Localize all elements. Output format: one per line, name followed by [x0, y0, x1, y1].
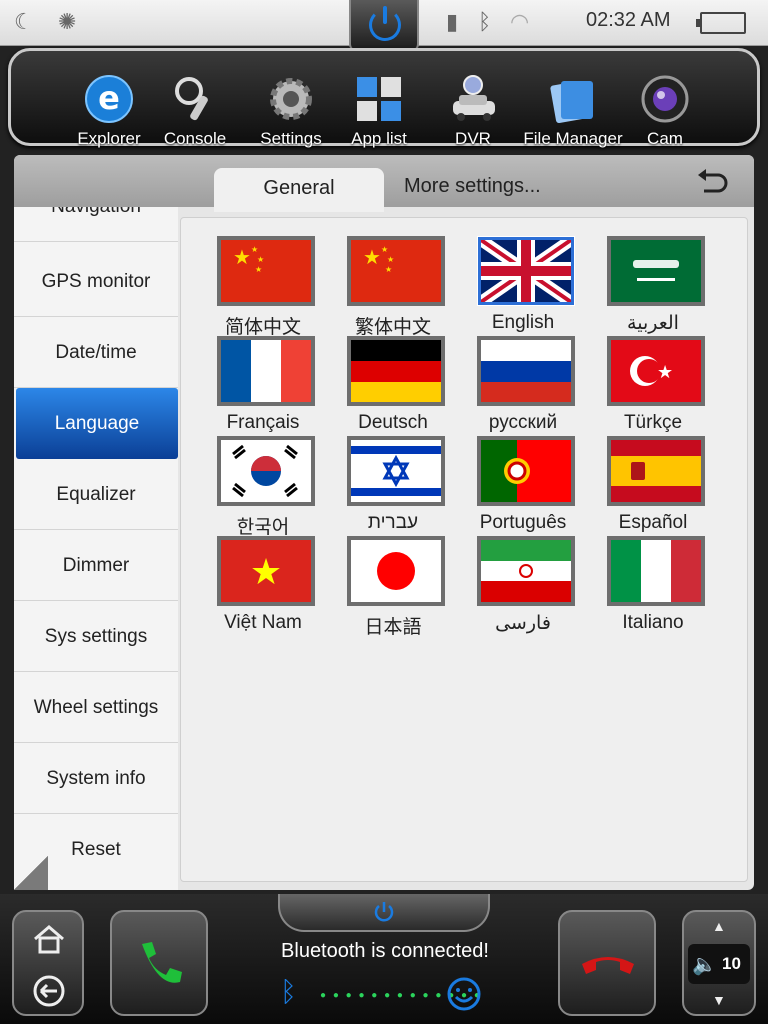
sidebar-item-wheel-settings[interactable]: Wheel settings — [14, 672, 178, 743]
volume-level: 10 — [722, 954, 741, 973]
svg-text:e: e — [98, 79, 120, 117]
flag-uk-icon — [481, 240, 571, 302]
svg-text:★: ★ — [233, 245, 251, 269]
tab-general[interactable]: General — [214, 168, 384, 212]
language-persian[interactable]: فارسی — [463, 528, 583, 634]
svg-text:★: ★ — [363, 245, 381, 269]
language-english[interactable]: English — [463, 228, 583, 333]
flag-kr-icon — [221, 440, 311, 502]
power-icon — [374, 902, 394, 922]
flag-cn-icon: ★ ★★★ — [221, 240, 311, 302]
flag-cn-icon: ★ ★★★ — [351, 240, 441, 302]
power-button[interactable] — [349, 0, 419, 52]
language-spanish[interactable]: Español — [593, 428, 713, 533]
flag-ru-icon — [481, 340, 571, 402]
language-turkish[interactable]: ★ Türkçe — [593, 328, 713, 433]
phone-red-icon — [582, 957, 634, 974]
gear-icon — [270, 78, 312, 120]
sidebar-item-navigation[interactable]: Navigation — [14, 207, 178, 242]
flag-it-icon — [611, 540, 701, 602]
flag-jp-icon — [351, 540, 441, 602]
flag-pt-icon — [481, 440, 571, 502]
language-hebrew[interactable]: עברית — [333, 428, 453, 533]
wifi-icon: ◠ — [510, 9, 530, 34]
bluetooth-status: Bluetooth is connected! — [281, 940, 489, 962]
svg-text:★: ★ — [381, 245, 388, 254]
bluetooth-icon: ᛒ — [478, 9, 492, 34]
language-vietnamese[interactable]: ★ Việt Nam — [203, 528, 323, 633]
center-power-tab[interactable] — [278, 894, 490, 932]
dvr-car-icon — [453, 75, 495, 121]
settings-panel: General More settings... Navigation GPS … — [14, 155, 754, 890]
flag-de-icon — [351, 340, 441, 402]
flag-fr-icon — [221, 340, 311, 402]
sidebar-item-system-info[interactable]: System info — [14, 743, 178, 814]
selected-indicator — [477, 236, 575, 306]
svg-text:★: ★ — [385, 265, 392, 274]
svg-text:★: ★ — [250, 552, 282, 593]
smiley-icon — [447, 977, 481, 1011]
brightness-icon: ✺ — [58, 9, 77, 34]
language-arabic[interactable]: العربية — [593, 228, 713, 334]
flag-tr-icon: ★ — [611, 340, 701, 402]
sidebar-item-date-time[interactable]: Date/time — [14, 317, 178, 388]
language-german[interactable]: Deutsch — [333, 328, 453, 433]
flag-ir-icon — [481, 540, 571, 602]
status-bar: ☾ ✺ ▮ ᛒ ◠ 02:32 AM — [0, 0, 768, 52]
language-simplified-chinese[interactable]: ★ ★ ★ ★ 简体中文 — [203, 228, 323, 338]
language-russian[interactable]: русский — [463, 328, 583, 433]
sidebar-item-dimmer[interactable]: Dimmer — [14, 530, 178, 601]
battery-icon — [696, 12, 746, 34]
app-cam[interactable]: Cam — [625, 51, 705, 149]
bottom-bar: Bluetooth is connected! ᛒ ● ● ● ● ● ● ● … — [0, 894, 768, 1024]
language-japanese[interactable]: 日本語 — [333, 528, 453, 638]
svg-text:★: ★ — [251, 245, 258, 254]
home-back-panel — [12, 910, 84, 1016]
volume-up-icon[interactable]: ▲ — [712, 918, 726, 934]
flag-sa-icon — [611, 240, 701, 302]
explorer-icon: e — [85, 75, 133, 123]
sidebar-item-sys-settings[interactable]: Sys settings — [14, 601, 178, 672]
language-portuguese[interactable]: Português — [463, 428, 583, 533]
back-arrow-icon[interactable] — [694, 167, 730, 197]
bluetooth-indicator: ᛒ ● ● ● ● ● ● ● ● ● ● ● ● ● — [280, 974, 490, 1011]
usb-icon: ▮ — [446, 9, 459, 34]
tab-bar: General More settings... — [14, 155, 754, 212]
language-grid: ★ ★ ★ ★ 简体中文 ★ ★ ★ ★ 繁体中文 English العربية Fran… — [180, 217, 748, 882]
speaker-icon: 🔈 — [692, 954, 717, 976]
app-dvr[interactable]: DVR — [433, 51, 513, 149]
flag-vn-icon: ★ — [221, 540, 311, 602]
back-icon[interactable] — [32, 974, 66, 1008]
home-icon[interactable] — [32, 924, 66, 954]
corner-decoration — [14, 856, 48, 890]
flag-es-icon — [611, 440, 701, 502]
svg-text:★: ★ — [257, 255, 264, 264]
language-italian[interactable]: Italiano — [593, 528, 713, 633]
flag-il-icon — [351, 440, 441, 502]
steering-wheel-icon — [175, 77, 208, 121]
volume-down-icon[interactable]: ▼ — [712, 992, 726, 1008]
language-korean[interactable]: 한국어 — [203, 428, 323, 538]
sidebar-item-gps-monitor[interactable]: GPS monitor — [14, 246, 178, 317]
sidebar-item-language[interactable]: Language — [16, 388, 178, 459]
volume-display: 🔈 10 — [688, 944, 750, 984]
clock: 02:32 AM — [586, 9, 671, 31]
app-grid-icon — [357, 77, 401, 121]
camera-icon — [641, 75, 689, 123]
call-accept-button[interactable] — [110, 910, 208, 1016]
app-dock: e Explorer Console Settings App list DVR — [8, 48, 760, 149]
folder-icon — [550, 80, 593, 124]
svg-text:★: ★ — [255, 265, 262, 274]
sidebar-item-equalizer[interactable]: Equalizer — [14, 459, 178, 530]
svg-text:★: ★ — [657, 362, 673, 383]
language-french[interactable]: Français — [203, 328, 323, 433]
svg-text:★: ★ — [387, 255, 394, 264]
moon-icon: ☾ — [14, 9, 34, 34]
bluetooth-icon: ᛒ — [280, 976, 297, 1007]
phone-green-icon — [142, 942, 182, 983]
tab-more-settings[interactable]: More settings... — [404, 175, 541, 198]
settings-sidebar: Navigation GPS monitor Date/time Languag… — [14, 207, 178, 890]
language-traditional-chinese[interactable]: ★ ★ ★ ★ 繁体中文 — [333, 228, 453, 338]
call-reject-button[interactable] — [558, 910, 656, 1016]
